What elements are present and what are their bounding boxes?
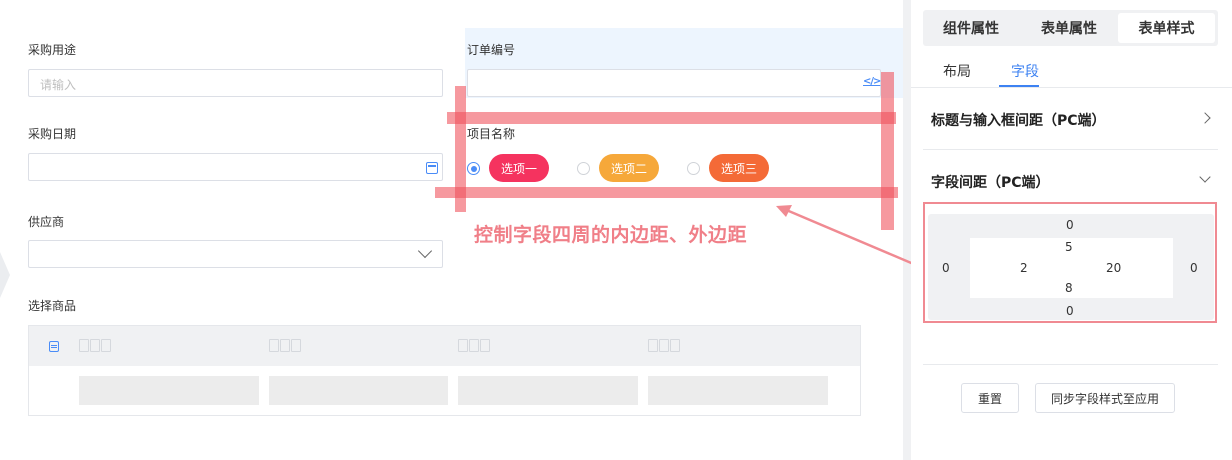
goods-table (28, 325, 861, 416)
order-number-input[interactable]: </> (467, 69, 881, 97)
option3-pill[interactable]: 选项三 (709, 154, 769, 182)
reset-button[interactable]: 重置 (961, 383, 1019, 413)
table-cell-placeholder (648, 376, 828, 405)
select-goods-label: 选择商品 (28, 299, 77, 313)
option1-radio[interactable] (467, 162, 480, 175)
margin-top-value[interactable]: 0 (1066, 218, 1074, 232)
tab-form-style[interactable]: 表单样式 (1118, 13, 1215, 43)
canvas-collapse-handle[interactable] (0, 252, 10, 298)
chevron-down-icon (417, 243, 433, 259)
calendar-icon[interactable] (426, 162, 438, 174)
margin-bottom-value[interactable]: 0 (1066, 304, 1074, 318)
padding-left-value[interactable]: 2 (1020, 261, 1028, 275)
padding-right-value[interactable]: 20 (1106, 261, 1121, 275)
purchase-purpose-label: 采购用途 (28, 43, 77, 57)
padding-box: 5 2 20 8 (970, 238, 1173, 298)
purchase-purpose-placeholder: 请输入 (40, 78, 77, 92)
code-icon[interactable]: </> (863, 76, 881, 87)
goods-table-header (29, 326, 860, 366)
option3-radio[interactable] (687, 162, 700, 175)
table-icon (49, 341, 59, 352)
table-cell-placeholder (79, 376, 259, 405)
form-canvas: 采购用途 请输入 订单编号 </> 采购日期 项目名称 选项一 选项二 选项三 … (0, 0, 903, 460)
subtab-field[interactable]: 字段 (1011, 61, 1039, 81)
project-name-label: 项目名称 (467, 127, 516, 141)
supplier-select[interactable] (28, 240, 443, 268)
tab-form-properties[interactable]: 表单属性 (1024, 13, 1114, 43)
properties-panel: 组件属性 表单属性 表单样式 布局 字段 标题与输入框间距（PC端） 字段间距（… (911, 0, 1232, 460)
subtab-layout[interactable]: 布局 (943, 61, 971, 81)
table-cell-placeholder (458, 376, 638, 405)
column-header-placeholder (648, 339, 680, 352)
option1-pill[interactable]: 选项一 (489, 154, 549, 182)
annotation-band-top (447, 112, 896, 124)
option2-radio[interactable] (577, 162, 590, 175)
column-header-placeholder (269, 339, 301, 352)
spacing-editor: 0 0 0 0 5 2 20 8 (923, 202, 1217, 323)
sync-style-button[interactable]: 同步字段样式至应用 (1035, 383, 1175, 413)
chevron-down-icon (1199, 171, 1211, 183)
margin-left-value[interactable]: 0 (942, 261, 950, 275)
chevron-right-icon (1199, 112, 1211, 124)
divider (911, 87, 1232, 88)
annotation-callout: 控制字段四周的内边距、外边距 (474, 224, 748, 246)
section-field-spacing[interactable]: 字段间距（PC端） (923, 160, 1218, 200)
option2-pill[interactable]: 选项二 (599, 154, 659, 182)
padding-bottom-value[interactable]: 8 (1065, 281, 1073, 295)
table-cell-placeholder (269, 376, 448, 405)
purchase-date-input[interactable] (28, 153, 443, 181)
annotation-band-bottom (435, 187, 898, 198)
divider (923, 364, 1218, 365)
section-label-spacing-title: 标题与输入框间距（PC端） (931, 113, 1106, 129)
purchase-purpose-input[interactable]: 请输入 (28, 69, 443, 97)
section-label-spacing[interactable]: 标题与输入框间距（PC端） (923, 98, 1218, 140)
order-number-label: 订单编号 (467, 43, 516, 57)
section-field-spacing-title: 字段间距（PC端） (931, 175, 1050, 191)
padding-top-value[interactable]: 5 (1065, 240, 1073, 254)
supplier-label: 供应商 (28, 215, 65, 229)
purchase-date-label: 采购日期 (28, 127, 77, 141)
tab-component-properties[interactable]: 组件属性 (926, 13, 1016, 43)
column-header-placeholder (79, 339, 111, 352)
margin-right-value[interactable]: 0 (1190, 261, 1198, 275)
column-header-placeholder (458, 339, 490, 352)
annotation-arrow (776, 205, 924, 270)
panel-tabs: 组件属性 表单属性 表单样式 (923, 10, 1218, 46)
margin-box: 0 0 0 0 5 2 20 8 (928, 214, 1214, 320)
divider (923, 149, 1218, 150)
